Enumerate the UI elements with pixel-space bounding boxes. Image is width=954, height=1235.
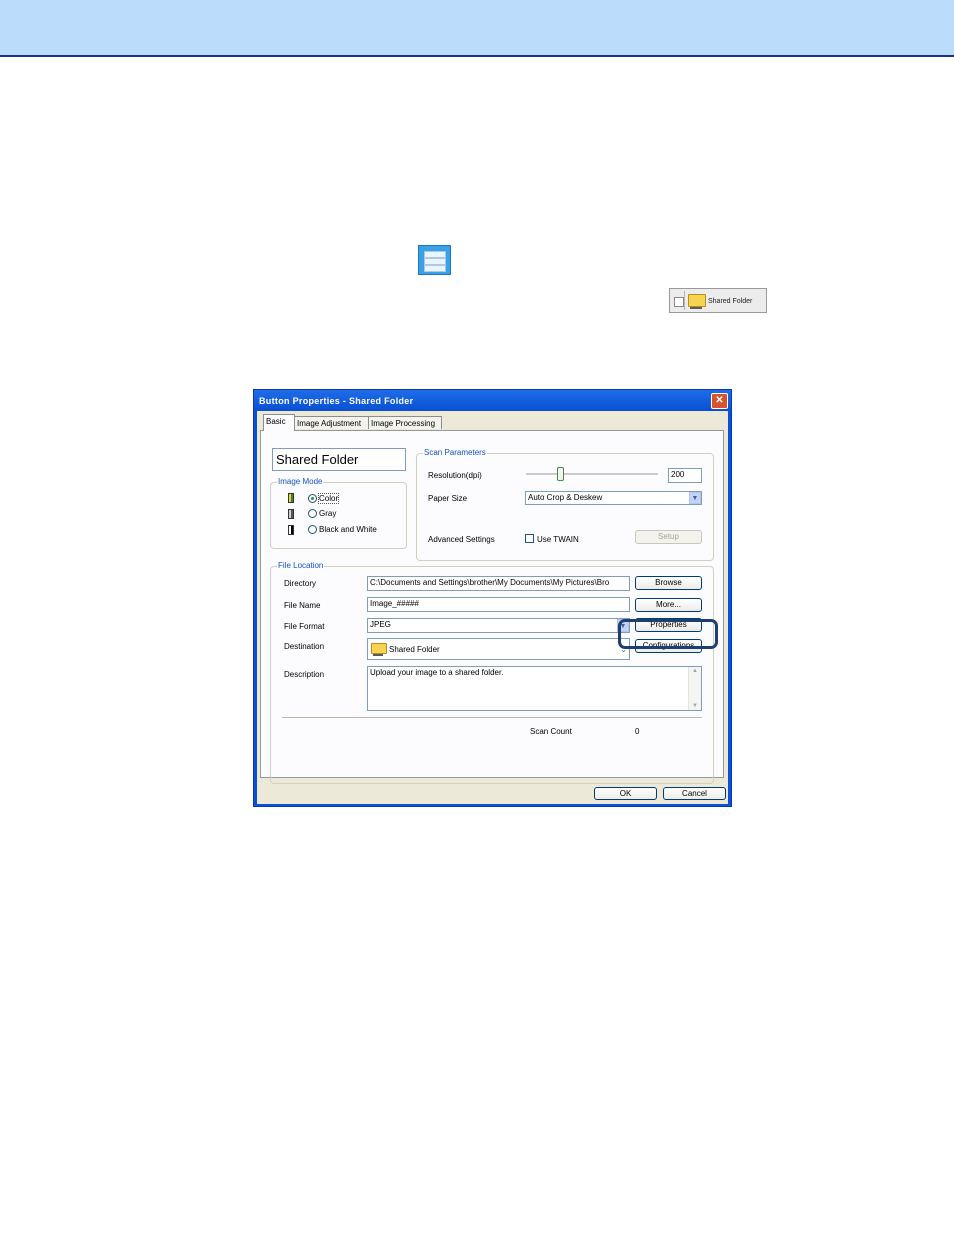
cancel-button[interactable]: Cancel — [663, 787, 726, 800]
chip-checkbox — [674, 297, 684, 307]
setup-button[interactable]: Setup — [635, 530, 702, 544]
shared-folder-button-chip: Shared Folder — [669, 288, 767, 313]
directory-label: Directory — [284, 579, 317, 588]
dialog-title-bar[interactable]: Button Properties - Shared Folder ✕ — [254, 390, 731, 411]
description-textarea[interactable]: Upload your image to a shared folder. ▲ … — [367, 666, 702, 711]
destination-label: Destination — [284, 642, 325, 651]
color-radio[interactable] — [308, 494, 317, 503]
ok-button[interactable]: OK — [594, 787, 657, 800]
use-twain-checkbox[interactable] — [525, 534, 534, 543]
scan-count-label: Scan Count — [530, 727, 572, 736]
chevron-up-icon[interactable]: ▲ — [689, 668, 701, 674]
file-format-label: File Format — [284, 622, 325, 631]
image-mode-group: Image Mode Color Gray Black and White — [270, 477, 407, 549]
resolution-input[interactable]: 200 — [668, 468, 702, 483]
gray-radio-label[interactable]: Gray — [319, 509, 336, 518]
use-twain-label[interactable]: Use TWAIN — [537, 535, 579, 544]
tab-image-adjustment[interactable]: Image Adjustment — [294, 416, 369, 429]
paper-size-select[interactable]: Auto Crop & Deskew ▼ — [525, 491, 702, 505]
resolution-slider-track[interactable] — [526, 473, 658, 476]
file-location-label: File Location — [277, 561, 325, 570]
color-radio-label[interactable]: Color — [317, 493, 340, 504]
resolution-slider-thumb[interactable] — [557, 467, 565, 481]
file-format-value: JPEG — [370, 620, 391, 629]
description-value: Upload your image to a shared folder. — [370, 668, 504, 677]
scan-parameters-label: Scan Parameters — [423, 448, 487, 457]
black-white-mode-icon — [288, 525, 294, 535]
paper-size-value: Auto Crop & Deskew — [528, 493, 603, 502]
color-mode-icon — [288, 493, 294, 503]
resolution-label: Resolution(dpi) — [428, 471, 482, 480]
advanced-settings-label: Advanced Settings — [428, 535, 495, 544]
dialog-title: Button Properties - Shared Folder — [259, 396, 414, 406]
black-white-radio[interactable] — [308, 525, 317, 534]
basic-tab-panel: Shared Folder Image Mode Color Gray Blac… — [260, 430, 724, 784]
destination-value: Shared Folder — [389, 645, 440, 654]
paper-size-label: Paper Size — [428, 494, 468, 503]
scan-parameters-group: Scan Parameters Resolution(dpi) 200 Pape… — [416, 448, 714, 561]
divider — [282, 717, 702, 719]
file-name-input[interactable]: Image_##### — [367, 597, 630, 612]
configurations-highlight-box — [618, 619, 718, 649]
file-name-label: File Name — [284, 601, 321, 610]
directory-input[interactable]: C:\Documents and Settings\brother\My Doc… — [367, 576, 630, 591]
black-white-radio-label[interactable]: Black and White — [319, 525, 377, 534]
description-label: Description — [284, 670, 325, 679]
destination-select[interactable]: Shared Folder ⌄ — [367, 638, 630, 660]
chip-label: Shared Folder — [708, 298, 753, 305]
profile-name-input[interactable]: Shared Folder — [272, 448, 406, 471]
page-header-band — [0, 0, 954, 57]
tab-image-processing[interactable]: Image Processing — [368, 416, 442, 429]
scanner-list-icon — [418, 245, 451, 275]
chip-separator — [684, 291, 685, 310]
dialog-client-area: Basic Image Adjustment Image Processing … — [257, 411, 728, 804]
more-button[interactable]: More... — [635, 598, 702, 612]
browse-button[interactable]: Browse — [635, 576, 702, 590]
file-format-select[interactable]: JPEG ▼ — [367, 618, 630, 633]
gray-radio[interactable] — [308, 509, 317, 518]
close-icon[interactable]: ✕ — [711, 393, 728, 409]
scan-count-value: 0 — [635, 727, 640, 736]
button-properties-dialog: Button Properties - Shared Folder ✕ Basi… — [253, 389, 732, 807]
chevron-down-icon[interactable]: ▼ — [689, 492, 701, 504]
gray-mode-icon — [288, 509, 294, 519]
description-scrollbar[interactable]: ▲ ▼ — [688, 667, 701, 710]
chevron-down-icon[interactable]: ▼ — [689, 703, 701, 709]
file-location-group: File Location Directory C:\Documents and… — [270, 561, 714, 784]
tab-basic[interactable]: Basic — [263, 414, 295, 431]
image-mode-label: Image Mode — [277, 477, 324, 486]
